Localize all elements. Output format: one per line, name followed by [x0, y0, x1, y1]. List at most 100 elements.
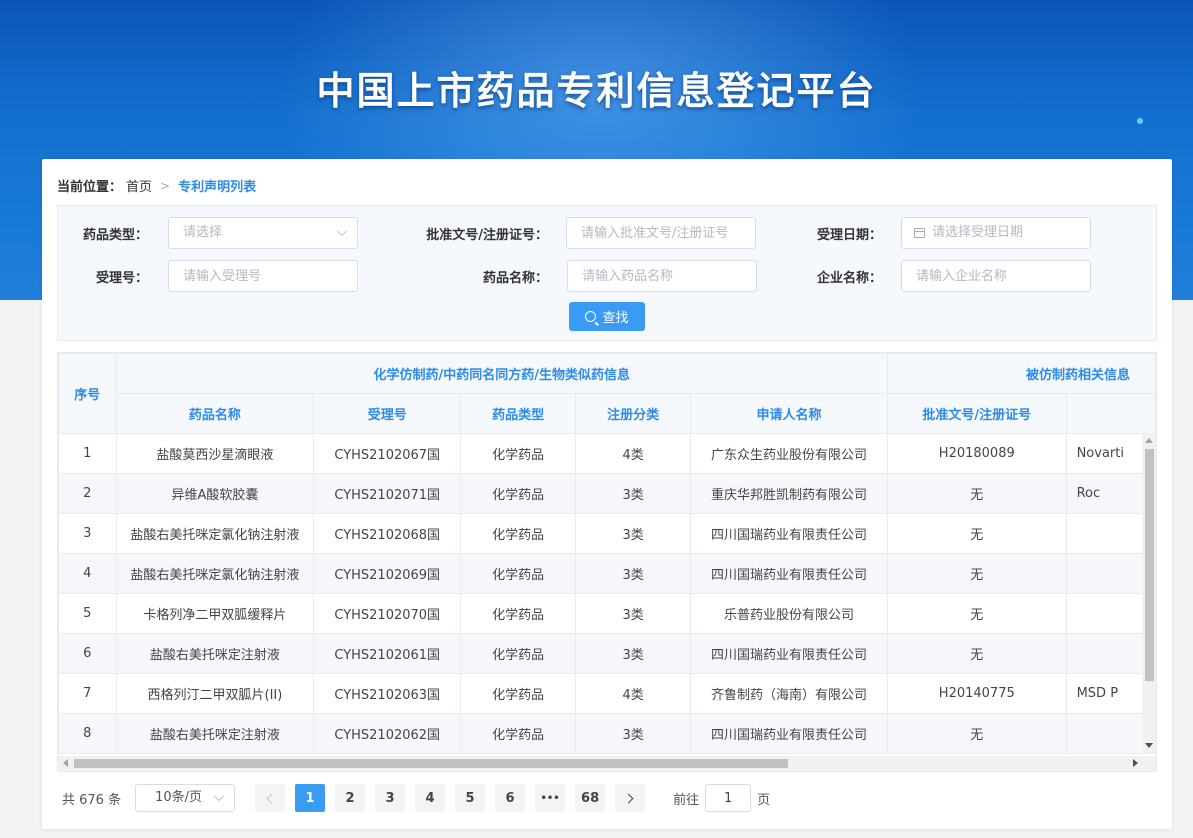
cell-applicant: 四川国瑞药业有限责任公司 — [690, 633, 888, 674]
group-header-reference: 被仿制药相关信息 — [886, 353, 1156, 394]
cell-drug-type: 化学药品 — [460, 513, 577, 554]
cell-approval-no: H20140775 — [886, 673, 1067, 714]
scroll-thumb-horizontal[interactable] — [74, 759, 788, 768]
pagination: 共 676 条 10条/页 1 2 3 4 5 6 ••• 68 前往 页 — [62, 783, 770, 813]
cell-drug-type: 化学药品 — [460, 593, 577, 634]
cell-applicant: 乐普药业股份有限公司 — [690, 593, 888, 634]
page-button[interactable]: 6 — [495, 784, 526, 812]
page-button[interactable]: 2 — [335, 784, 366, 812]
more-pages-button[interactable]: ••• — [535, 784, 566, 812]
cell-approval-no: 无 — [886, 473, 1067, 514]
accept-date-picker[interactable]: 请选择受理日期 — [901, 217, 1091, 249]
cell-index: 5 — [58, 593, 117, 634]
cell-applicant: 四川国瑞药业有限责任公司 — [690, 553, 888, 594]
cell-applicant: 广东众生药业股份有限公司 — [690, 433, 888, 474]
page-size-select[interactable]: 10条/页 — [135, 784, 236, 812]
col-header-drug-type: 药品类型 — [460, 393, 577, 434]
accept-no-input[interactable] — [168, 260, 358, 292]
page-size-value: 10条/页 — [155, 790, 203, 805]
goto-page-input[interactable] — [705, 784, 752, 812]
chevron-right-icon — [623, 793, 634, 803]
accept-date-label: 受理日期： — [816, 228, 882, 243]
breadcrumb-home-link[interactable]: 首页 — [126, 176, 152, 195]
cell-drug-name: 盐酸莫西沙星滴眼液 — [115, 433, 315, 474]
cell-index: 4 — [58, 553, 117, 594]
horizontal-scrollbar[interactable] — [58, 756, 1156, 771]
page-button[interactable]: 1 — [295, 784, 326, 812]
cell-drug-type: 化学药品 — [460, 433, 577, 474]
goto-suffix: 页 — [757, 792, 771, 808]
page-title: 中国上市药品专利信息登记平台 — [316, 69, 877, 113]
group-header-generic: 化学仿制药/中药同名同方药/生物类似药信息 — [115, 353, 888, 394]
table-row[interactable]: 2 异维A酸软胶囊 CYHS2102071国 化学药品 3类 重庆华邦胜凯制药有限公司无 R… — [58, 473, 1156, 514]
goto-prefix: 前往 — [673, 792, 700, 808]
cell-reg-class: 3类 — [575, 633, 692, 674]
cell-accept-no: CYHS2102068国 — [313, 513, 462, 554]
search-button[interactable]: 查找 — [569, 302, 645, 331]
goto-page: 前往 页 — [673, 784, 770, 812]
cell-accept-no: CYHS2102067国 — [313, 433, 462, 474]
cell-index: 1 — [58, 433, 117, 474]
cell-reg-class: 3类 — [575, 513, 692, 554]
cell-approval-no: 无 — [886, 513, 1067, 554]
drug-name-label: 药品名称： — [482, 271, 548, 286]
scroll-up-icon[interactable] — [1145, 438, 1153, 443]
table-row[interactable]: 4 盐酸右美托咪定氯化钠注射液 CYHS2102069国 化学药品 3类 四川国瑞药业有限… — [58, 553, 1156, 594]
cell-accept-no: CYHS2102061国 — [313, 633, 462, 674]
company-name-input[interactable] — [901, 260, 1091, 292]
drug-name-input[interactable] — [567, 260, 757, 292]
table-row[interactable]: 6 盐酸右美托咪定注射液 CYHS2102061国 化学药品 3类 四川国瑞药业有限责任公… — [58, 633, 1156, 674]
cell-drug-name: 盐酸右美托咪定注射液 — [115, 633, 315, 674]
cell-drug-name: 盐酸右美托咪定注射液 — [115, 713, 315, 754]
cell-approval-no: 无 — [886, 713, 1067, 754]
prev-page-button[interactable] — [255, 784, 286, 812]
page-button[interactable]: 68 — [575, 784, 606, 812]
cell-applicant: 齐鲁制药（海南）有限公司 — [690, 673, 888, 714]
index-header: 序号 — [58, 353, 117, 434]
scroll-thumb[interactable] — [1145, 449, 1154, 681]
cell-reg-class: 4类 — [575, 673, 692, 714]
cell-index: 6 — [58, 633, 117, 674]
table-row[interactable]: 5 卡格列净二甲双胍缓释片 CYHS2102070国 化学药品 3类 乐普药业股份有限公司… — [58, 593, 1156, 634]
page-button[interactable]: 3 — [375, 784, 406, 812]
accept-no-label: 受理号： — [95, 271, 148, 286]
calendar-icon — [914, 228, 925, 238]
chevron-right-icon: > — [160, 178, 171, 193]
scroll-left-icon[interactable] — [63, 759, 68, 767]
scroll-right-icon[interactable] — [1133, 759, 1138, 767]
page-button[interactable]: 4 — [415, 784, 446, 812]
cell-accept-no: CYHS2102069国 — [313, 553, 462, 594]
patent-table: 序号 化学仿制药/中药同名同方药/生物类似药信息 被仿制药相关信息 药品名称 受… — [57, 352, 1157, 772]
filter-panel: 药品类型： 请选择 批准文号/注册证号： 受理日期： 请选择受理日期 受理号： … — [57, 205, 1157, 341]
table-row[interactable]: 7 西格列汀二甲双胍片(II) CYHS2102063国 化学药品 4类 齐鲁制药（海南）… — [58, 673, 1156, 714]
approval-no-input[interactable] — [566, 217, 756, 249]
col-header-applicant: 申请人名称 — [690, 393, 888, 434]
content-card: 当前位置： 首页 > 专利声明列表 药品类型： 请选择 批准文号/注册证号： 受… — [42, 159, 1172, 829]
drug-type-select[interactable]: 请选择 — [168, 217, 358, 249]
col-header-cut — [1065, 393, 1156, 434]
next-page-button[interactable] — [615, 784, 646, 812]
search-icon — [585, 311, 597, 322]
total-count: 共 676 条 — [62, 792, 122, 808]
drug-type-label: 药品类型： — [82, 228, 148, 243]
cell-drug-name: 盐酸右美托咪定氯化钠注射液 — [115, 513, 315, 554]
cell-reg-class: 4类 — [575, 433, 692, 474]
cell-drug-type: 化学药品 — [460, 633, 577, 674]
decorative-dot — [1137, 118, 1143, 124]
table-row[interactable]: 3 盐酸右美托咪定氯化钠注射液 CYHS2102068国 化学药品 3类 四川国瑞药业有限… — [58, 513, 1156, 554]
table-row[interactable]: 1 盐酸莫西沙星滴眼液 CYHS2102067国 化学药品 4类 广东众生药业股份有限公司… — [58, 433, 1156, 474]
cell-accept-no: CYHS2102071国 — [313, 473, 462, 514]
chevron-down-icon — [214, 791, 225, 801]
scroll-down-icon[interactable] — [1145, 743, 1153, 748]
col-header-drug-name: 药品名称 — [115, 393, 315, 434]
cell-index: 7 — [58, 673, 117, 714]
search-button-label: 查找 — [602, 311, 629, 326]
table-row[interactable]: 8 盐酸右美托咪定注射液 CYHS2102062国 化学药品 3类 四川国瑞药业有限责任公… — [58, 713, 1156, 754]
page-button[interactable]: 5 — [455, 784, 486, 812]
vertical-scrollbar[interactable] — [1142, 433, 1156, 753]
cell-reg-class: 3类 — [575, 713, 692, 754]
breadcrumb: 当前位置： 首页 > 专利声明列表 — [57, 176, 256, 196]
cell-drug-type: 化学药品 — [460, 673, 577, 714]
cell-approval-no: 无 — [886, 593, 1067, 634]
company-name-label: 企业名称： — [816, 271, 882, 286]
